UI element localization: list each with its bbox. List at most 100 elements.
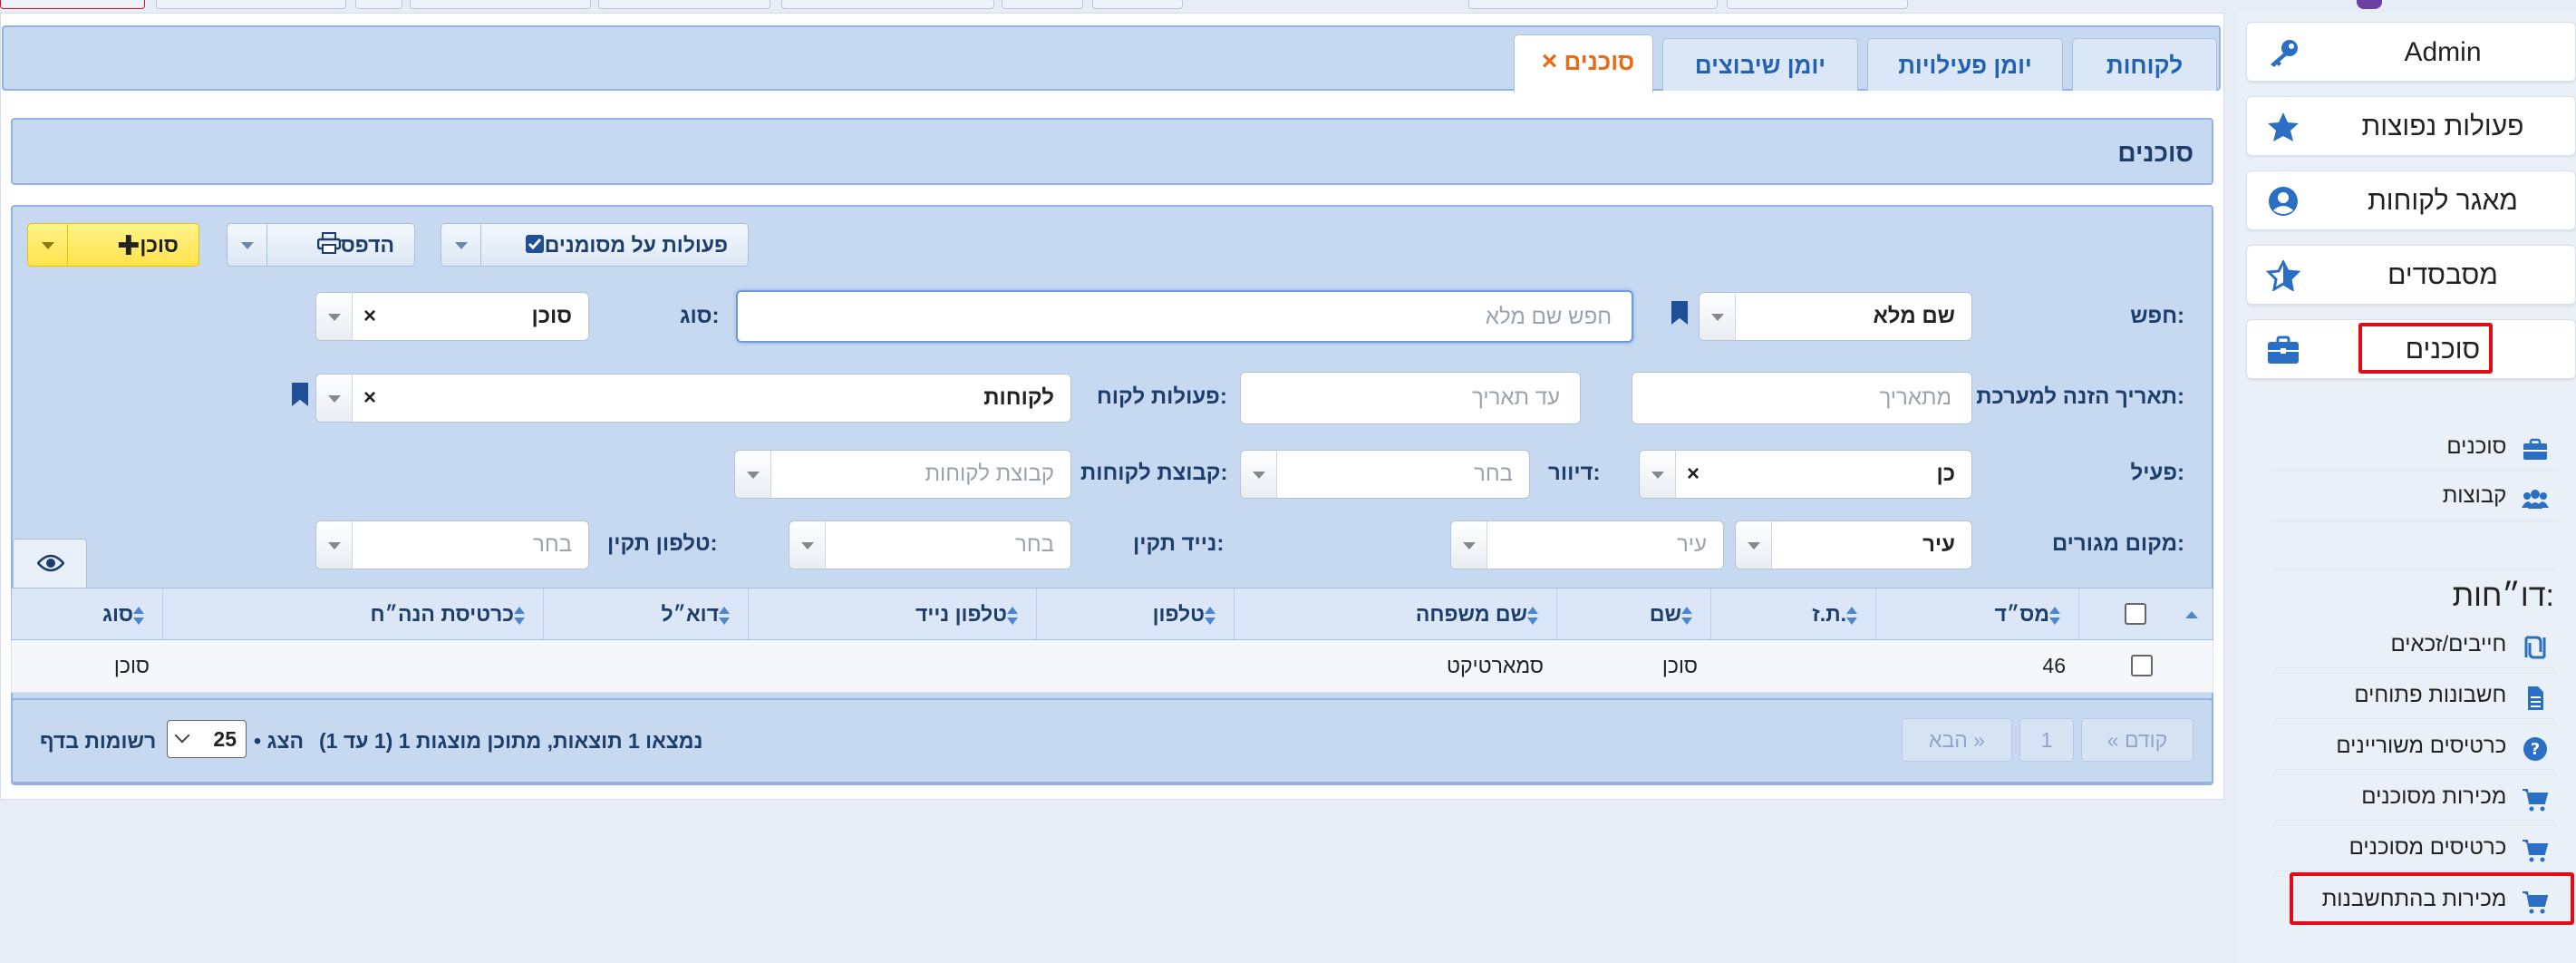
column-header-account-card[interactable]: כרטיסת הנה״ח (162, 588, 543, 639)
sidebar-item-customers-db[interactable]: מאגר לקוחות (2246, 170, 2576, 230)
top-button[interactable] (156, 0, 346, 9)
column-header-mobile[interactable]: טלפון נייד (748, 588, 1036, 639)
active-select[interactable]: × כן (1639, 450, 1972, 499)
chevron-down-icon[interactable] (28, 224, 68, 266)
top-button[interactable] (355, 0, 402, 9)
tab-assignments-log[interactable]: יומן שיבוצים (1662, 38, 1858, 91)
cell-email (543, 640, 748, 691)
top-button[interactable] (1002, 0, 1083, 9)
type-select[interactable]: × סוכן (315, 292, 589, 341)
cell-last-name: סמארטיקט (1447, 654, 1544, 677)
column-header-phone[interactable]: טלפון (1036, 588, 1234, 639)
tab-activity-log[interactable]: יומן פעילויות (1867, 38, 2063, 91)
pagination-bar: « קודם 1 הבא » נמצאו 1 תוצאות, מתוכן מוצ… (11, 698, 2213, 783)
column-header-tz[interactable]: ת.ז. (1710, 588, 1875, 639)
top-button[interactable] (1727, 0, 1908, 9)
customer-group-select[interactable]: קבוצת לקוחות (734, 450, 1071, 499)
input-placeholder: מתאריך (1879, 385, 1951, 410)
top-button[interactable] (1092, 0, 1183, 9)
star-icon (2265, 112, 2301, 142)
key-icon (2265, 37, 2301, 68)
valid-phone-select[interactable]: בחר (315, 520, 589, 569)
tab-agents[interactable]: × סוכנים (1514, 34, 1653, 139)
mailing-select[interactable]: בחר (1240, 450, 1530, 499)
search-field-select[interactable]: שם מלא (1699, 292, 1972, 341)
column-label: ת.ז. (1812, 602, 1846, 626)
tab-close-icon[interactable]: × (1542, 46, 1558, 76)
clear-icon[interactable]: × (363, 374, 376, 422)
chevron-down-icon[interactable] (441, 224, 481, 266)
cell-name: סוכן (1661, 654, 1698, 677)
column-visibility-toggle[interactable] (13, 539, 87, 588)
top-button[interactable] (0, 0, 145, 9)
customer-group-label: קבוצת לקוחות: (1080, 461, 1228, 485)
customer-actions-select[interactable]: × לקוחות (315, 374, 1071, 423)
chevron-down-icon[interactable] (735, 451, 771, 498)
chevron-down-icon[interactable] (1451, 521, 1487, 569)
top-button[interactable] (1468, 0, 1718, 9)
column-header-last-name[interactable]: שם משפחה (1234, 588, 1556, 639)
cell-id: 46 (2042, 654, 2066, 677)
tab-customers[interactable]: לקוחות (2072, 38, 2217, 91)
chevron-down-icon[interactable] (316, 521, 353, 569)
residence-city-select[interactable]: עיר (1450, 520, 1724, 569)
top-button[interactable] (598, 0, 770, 9)
chevron-down-icon[interactable] (1700, 293, 1736, 340)
column-header-id[interactable]: מס״ד (1875, 588, 2078, 639)
star-outline-icon (2265, 258, 2301, 292)
cart-icon (2522, 835, 2549, 862)
sidebar-item-admin[interactable]: Admin (2246, 22, 2576, 82)
submenu-label: כרטיסים מסוכנים (2348, 835, 2507, 860)
valid-mobile-select[interactable]: בחר (789, 520, 1071, 569)
prev-page-button[interactable]: « קודם (2081, 718, 2193, 762)
top-toolbar-strip (0, 0, 2576, 11)
sort-up-icon[interactable] (2185, 611, 2198, 618)
column-header-type[interactable]: סוג (12, 588, 162, 639)
select-all-checkbox[interactable] (2125, 603, 2146, 625)
print-button[interactable]: הדפס (227, 223, 415, 267)
top-button[interactable] (781, 0, 994, 9)
next-page-button[interactable]: הבא » (1902, 718, 2012, 762)
table-header: מס״ד ת.ז. שם שם משפחה טלפון טלפון נייד ד… (11, 588, 2213, 640)
divider (2275, 470, 2554, 471)
residence-type-select[interactable]: עיר (1735, 520, 1972, 569)
row-checkbox[interactable] (2131, 655, 2153, 676)
select-value: שם מלא (1873, 304, 1955, 328)
chevron-down-icon[interactable] (228, 224, 267, 266)
submenu-agents[interactable]: סוכנים (2446, 424, 2549, 470)
select-value: לקוחות (983, 385, 1054, 410)
page-size-select[interactable]: 25 (167, 720, 247, 758)
submenu-groups[interactable]: קבוצות (2443, 473, 2549, 519)
bookmark-icon[interactable] (292, 383, 308, 406)
bulk-actions-button[interactable]: פעולות על מסומנים (441, 223, 749, 267)
to-date-input[interactable]: עד תאריך (1240, 372, 1581, 424)
divider (2275, 520, 2554, 521)
clear-icon[interactable]: × (363, 293, 376, 340)
report-open-accounts[interactable]: חשבונות פתוחים (2354, 673, 2549, 718)
clear-icon[interactable]: × (1687, 451, 1700, 498)
from-date-input[interactable]: מתאריך (1632, 372, 1972, 424)
page-number-button[interactable]: 1 (2019, 718, 2074, 762)
chevron-down-icon[interactable] (316, 374, 353, 422)
report-agent-tickets[interactable]: כרטיסים מסוכנים (2349, 825, 2549, 871)
table-row[interactable]: 46 סוכן סמארטיקט סוכן (11, 640, 2213, 693)
users-icon (2522, 483, 2549, 511)
sort-icon (1007, 606, 1018, 626)
add-agent-button[interactable]: ✚סוכן (27, 223, 199, 267)
sidebar-item-popular-actions[interactable]: פעולות נפוצות (2246, 96, 2576, 156)
column-header-name[interactable]: שם (1556, 588, 1710, 639)
chevron-down-icon[interactable] (1640, 451, 1676, 498)
bookmark-icon[interactable] (1671, 301, 1688, 325)
button-label: הדפס (340, 233, 394, 257)
report-debtors-creditors[interactable]: חייבים/זכאים (2391, 622, 2550, 667)
chevron-down-icon[interactable] (1736, 521, 1772, 569)
chevron-down-icon[interactable] (316, 293, 353, 340)
chevron-down-icon[interactable] (1241, 451, 1277, 498)
report-agent-sales[interactable]: מכירות מסוכנים (2361, 774, 2549, 820)
search-input[interactable]: חפש שם מלא (736, 290, 1633, 343)
column-header-email[interactable]: דוא״ל (543, 588, 748, 639)
chevron-down-icon[interactable] (789, 521, 826, 569)
report-reserved-tickets[interactable]: כרטיסים משוריינים ? (2336, 724, 2549, 769)
top-button[interactable] (410, 0, 591, 9)
sidebar-item-distributors[interactable]: מסבסדים (2246, 245, 2576, 305)
